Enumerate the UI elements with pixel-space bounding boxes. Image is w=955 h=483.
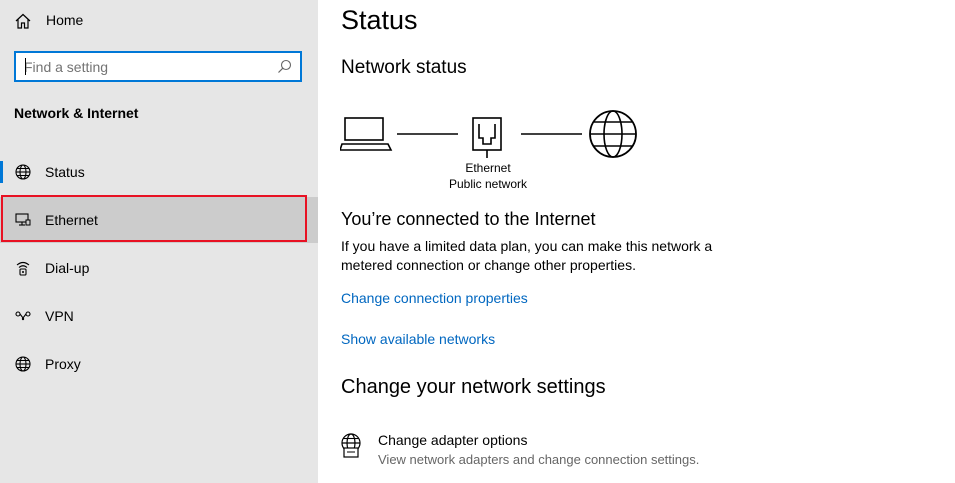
ethernet-icon xyxy=(15,213,31,226)
sidebar-item-label: Dial-up xyxy=(45,260,90,276)
connection-description: If you have a limited data plan, you can… xyxy=(341,238,713,273)
connection-status-title: You’re connected to the Internet xyxy=(341,209,596,229)
globe-icon xyxy=(15,164,31,180)
sidebar-item-label: Proxy xyxy=(45,356,81,372)
network-diagram-graphic xyxy=(338,110,637,158)
adapter-name-label: Ethernet xyxy=(465,161,511,175)
search-box[interactable] xyxy=(14,51,302,82)
change-connection-properties-link[interactable]: Change connection properties xyxy=(341,290,528,306)
home-button[interactable]: Home xyxy=(0,4,318,36)
change-adapter-options-item[interactable]: Change adapter options View network adap… xyxy=(340,430,740,474)
show-available-networks-link[interactable]: Show available networks xyxy=(341,331,495,347)
sidebar-item-label: Status xyxy=(45,164,85,180)
adapter-globe-icon xyxy=(341,433,361,458)
adapter-options-title: Change adapter options xyxy=(378,432,528,448)
sidebar-item-dial-up[interactable]: Dial-up xyxy=(0,245,318,291)
network-status-heading: Network status xyxy=(341,57,467,78)
sidebar-item-proxy[interactable]: Proxy xyxy=(0,341,318,387)
sidebar: Home Network & Internet Status Ethernet xyxy=(0,0,318,483)
search-icon[interactable] xyxy=(277,59,292,74)
laptop-icon xyxy=(338,117,393,151)
adapter-options-description: View network adapters and change connect… xyxy=(378,452,700,467)
vpn-icon xyxy=(15,311,31,321)
sidebar-item-label: Ethernet xyxy=(45,212,98,228)
globe-icon xyxy=(15,356,31,372)
home-icon xyxy=(15,13,31,29)
main-content: Status Network status Ethernet Public ne… xyxy=(318,0,955,483)
text-caret xyxy=(25,58,26,75)
sidebar-item-status[interactable]: Status xyxy=(0,149,318,195)
sidebar-item-vpn[interactable]: VPN xyxy=(0,293,318,339)
network-type-label: Public network xyxy=(448,177,528,191)
sidebar-item-label: VPN xyxy=(45,308,74,324)
section-title: Network & Internet xyxy=(14,105,139,121)
home-label: Home xyxy=(46,12,84,28)
internet-globe-icon xyxy=(589,110,637,158)
search-input[interactable] xyxy=(24,58,264,76)
change-settings-heading: Change your network settings xyxy=(341,376,606,398)
selected-indicator xyxy=(0,161,3,183)
ethernet-port-icon xyxy=(472,117,502,158)
network-diagram: Ethernet Public network xyxy=(338,108,650,198)
page-title: Status xyxy=(341,5,418,35)
sidebar-item-ethernet[interactable]: Ethernet xyxy=(0,197,318,243)
dial-up-icon xyxy=(16,261,30,276)
